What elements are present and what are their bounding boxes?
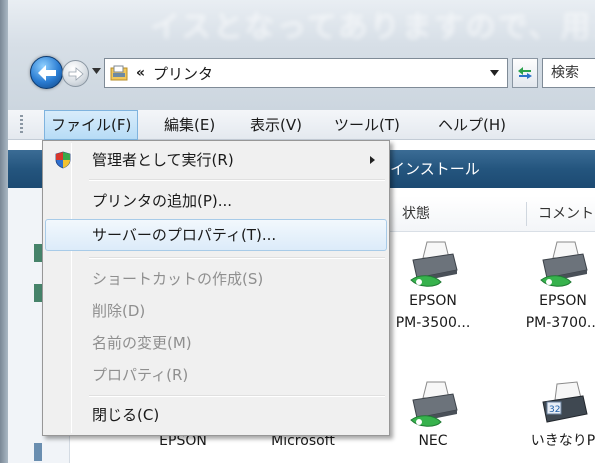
menu-tools[interactable]: ツール(T) xyxy=(328,110,406,140)
menu-bar: ファイル(F) 編集(E) 表示(V) ツール(T) ヘルプ(H) xyxy=(8,110,595,140)
menu-item-server-properties[interactable]: サーバーのプロパティ(T)... xyxy=(45,219,387,251)
nav-pane-marker xyxy=(34,244,42,262)
printer-icon xyxy=(405,380,461,430)
refresh-icon xyxy=(518,67,532,79)
address-breadcrumb-separator[interactable]: « xyxy=(136,65,145,81)
printer-name-line1: NEC xyxy=(418,433,448,449)
printer-item[interactable]: 32 いきなりP xyxy=(508,380,595,452)
back-arrow-icon xyxy=(38,65,56,81)
search-input[interactable]: 検索 xyxy=(542,58,595,88)
forward-button[interactable] xyxy=(62,60,89,87)
menu-item-add-printer[interactable]: プリンタの追加(P)... xyxy=(45,185,387,217)
printer-name-line2: PM-3700... xyxy=(525,315,595,331)
menubar-grip xyxy=(20,115,23,135)
printer-name-line1: EPSON xyxy=(539,293,587,309)
recent-pages-dropdown-icon[interactable] xyxy=(92,68,101,74)
column-header-status[interactable]: 状態 xyxy=(402,196,430,232)
nav-pane-marker xyxy=(34,443,42,461)
blurred-window-title: イスとなってありますので、用紙サ xyxy=(150,10,595,42)
nav-pane-marker xyxy=(34,284,42,302)
address-dropdown-icon[interactable] xyxy=(490,70,499,76)
printer-item[interactable]: EPSON PM-3700... xyxy=(508,240,595,334)
menu-file[interactable]: ファイル(F) xyxy=(44,110,139,140)
column-header-comment[interactable]: コメント xyxy=(538,196,594,232)
menu-item-label: 管理者として実行(R) xyxy=(92,151,234,169)
menu-separator xyxy=(89,179,385,181)
forward-arrow-icon xyxy=(68,67,84,81)
printers-folder-icon xyxy=(110,65,128,81)
printer-item[interactable]: NEC xyxy=(378,380,488,452)
printer-name-line1: EPSON xyxy=(409,293,457,309)
menu-item-properties[interactable]: プロパティ(R) xyxy=(45,359,387,391)
printer-icon: 32 xyxy=(535,380,591,430)
printer-name-line1: いきなりP xyxy=(530,433,595,449)
menu-item-run-as-admin[interactable]: 管理者として実行(R) xyxy=(45,144,387,176)
menu-item-close[interactable]: 閉じる(C) xyxy=(45,399,387,431)
menu-item-rename[interactable]: 名前の変更(M) xyxy=(45,327,387,359)
address-breadcrumb-printers[interactable]: プリンタ xyxy=(153,63,213,84)
printer-item[interactable]: EPSON PM-3500... xyxy=(378,240,488,334)
submenu-arrow-icon xyxy=(370,156,375,164)
uac-shield-icon xyxy=(55,151,71,169)
menu-view[interactable]: 表示(V) xyxy=(244,110,308,140)
window-left-border xyxy=(0,0,8,463)
svg-text:32: 32 xyxy=(549,405,560,415)
printer-icon xyxy=(535,240,591,290)
refresh-button[interactable] xyxy=(512,58,538,88)
back-button[interactable] xyxy=(30,56,63,89)
file-menu-dropdown: 管理者として実行(R) プリンタの追加(P)... サーバーのプロパティ(T).… xyxy=(42,140,390,436)
menu-item-delete[interactable]: 削除(D) xyxy=(45,295,387,327)
printer-name-line2: PM-3500... xyxy=(395,315,471,331)
address-bar[interactable]: « プリンタ xyxy=(104,58,508,88)
menu-edit[interactable]: 編集(E) xyxy=(158,110,221,140)
printer-icon xyxy=(405,240,461,290)
menu-separator xyxy=(89,257,385,259)
menu-separator xyxy=(89,395,385,397)
menu-item-create-shortcut[interactable]: ショートカットの作成(S) xyxy=(45,263,387,295)
navigation-bar: « プリンタ 検索 xyxy=(8,52,595,94)
column-divider[interactable] xyxy=(526,202,527,226)
menu-help[interactable]: ヘルプ(H) xyxy=(432,110,512,140)
toolbar-install-button[interactable]: インストール xyxy=(390,158,480,179)
